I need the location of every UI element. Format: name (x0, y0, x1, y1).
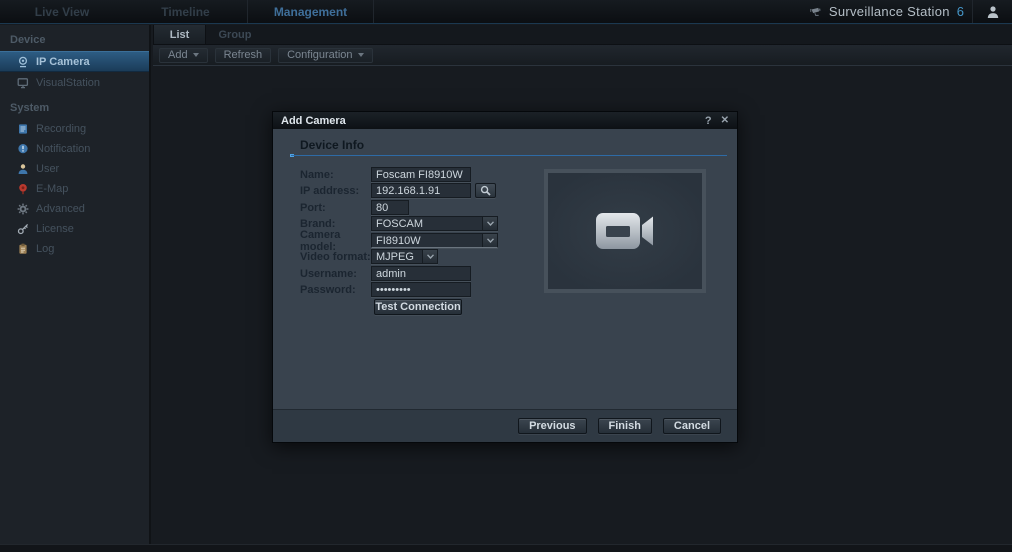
camera-preview (544, 169, 706, 293)
video-format-select[interactable]: MJPEG (371, 249, 438, 264)
top-navigation-bar: Live View Timeline Management Surveillan… (0, 0, 1012, 24)
name-field[interactable] (371, 167, 471, 182)
sidebar-item-user[interactable]: User (0, 159, 149, 179)
nav-timeline[interactable]: Timeline (124, 0, 248, 23)
video-format-select-value: MJPEG (372, 250, 422, 263)
close-icon[interactable]: ✕ (721, 115, 729, 126)
app-version: 6 (957, 4, 964, 19)
sidebar-item-label: Advanced (36, 203, 85, 215)
caret-down-icon (193, 53, 199, 57)
port-field[interactable] (371, 200, 409, 215)
username-label: Username: (300, 268, 371, 280)
recording-icon (17, 123, 29, 135)
form-row-name: Name: (300, 167, 471, 182)
password-label: Password: (300, 284, 371, 296)
section-title: Device Info (300, 138, 364, 152)
configuration-button[interactable]: Configuration (278, 48, 372, 63)
monitor-icon (17, 77, 29, 89)
dialog-title-bar[interactable]: Add Camera ? ✕ (273, 112, 737, 129)
toolbar: Add Refresh Configuration (153, 45, 1012, 66)
sidebar-item-e-map[interactable]: E-Map (0, 179, 149, 199)
form-row-camera-model: Camera model: FI8910W (300, 233, 498, 248)
camera-model-select[interactable]: FI8910W (371, 233, 498, 248)
app-brand: Surveillance Station 6 (810, 0, 964, 23)
tab-list[interactable]: List (153, 25, 206, 44)
form-row-ip: IP address: (300, 183, 496, 198)
video-camera-icon (594, 209, 656, 253)
sidebar-item-notification[interactable]: Notification (0, 139, 149, 159)
chevron-down-icon (482, 217, 497, 230)
dialog-title: Add Camera (281, 115, 346, 127)
ip-address-label: IP address: (300, 185, 371, 197)
sidebar-item-label: Log (36, 243, 54, 255)
cctv-camera-icon (810, 6, 822, 18)
help-button[interactable]: ? (705, 115, 712, 127)
chevron-down-icon (422, 250, 437, 263)
sidebar-item-label: VisualStation (36, 77, 100, 89)
form-row-port: Port: (300, 200, 409, 215)
sidebar-section-system: System (0, 93, 149, 119)
sidebar-item-label: IP Camera (36, 56, 90, 68)
search-icon (480, 185, 491, 196)
chevron-down-icon (482, 234, 497, 247)
camera-model-select-value: FI8910W (372, 234, 482, 247)
username-field[interactable] (371, 266, 471, 281)
sidebar-item-ip-camera[interactable]: IP Camera (0, 51, 149, 72)
refresh-button-label: Refresh (224, 49, 263, 61)
tab-group[interactable]: Group (206, 25, 264, 44)
test-connection-button[interactable]: Test Connection (374, 299, 462, 315)
brand-select-value: FOSCAM (372, 217, 482, 230)
user-menu-button[interactable] (972, 0, 1012, 23)
add-button[interactable]: Add (159, 48, 208, 63)
sidebar-item-visualstation[interactable]: VisualStation (0, 72, 149, 93)
tab-bar: List Group (153, 25, 1012, 45)
dialog-body: Device Info Name: IP address: Port: Bran… (273, 129, 737, 411)
user-icon (17, 163, 29, 175)
add-button-label: Add (168, 49, 188, 61)
sidebar-item-log[interactable]: Log (0, 239, 149, 259)
sidebar: Device IP Camera VisualStation System Re… (0, 25, 151, 544)
form-row-username: Username: (300, 266, 471, 281)
dialog-footer: Previous Finish Cancel (273, 409, 737, 442)
sidebar-item-license[interactable]: License (0, 219, 149, 239)
window-bottom-edge (0, 544, 1012, 552)
video-format-label: Video format: (300, 251, 371, 263)
add-camera-dialog: Add Camera ? ✕ Device Info Name: IP addr… (272, 111, 738, 443)
nav-management[interactable]: Management (248, 0, 374, 23)
sidebar-item-label: License (36, 223, 74, 235)
finish-button[interactable]: Finish (598, 418, 652, 434)
name-label: Name: (300, 169, 371, 181)
webcam-icon (17, 56, 29, 68)
cancel-button[interactable]: Cancel (663, 418, 721, 434)
ip-address-field[interactable] (371, 183, 471, 198)
form-row-video-format: Video format: MJPEG (300, 249, 438, 264)
sidebar-item-label: E-Map (36, 183, 68, 195)
nav-live-view[interactable]: Live View (0, 0, 124, 23)
brand-select[interactable]: FOSCAM (371, 216, 498, 231)
section-rule (291, 155, 727, 156)
sidebar-item-label: Notification (36, 143, 90, 155)
ip-search-button[interactable] (475, 183, 496, 198)
clipboard-icon (17, 243, 29, 255)
sidebar-item-advanced[interactable]: Advanced (0, 199, 149, 219)
person-icon (986, 5, 1000, 19)
sidebar-item-label: Recording (36, 123, 86, 135)
key-icon (17, 223, 29, 235)
gear-icon (17, 203, 29, 215)
port-label: Port: (300, 202, 371, 214)
previous-button[interactable]: Previous (518, 418, 586, 434)
refresh-button[interactable]: Refresh (215, 48, 272, 63)
app-title: Surveillance Station (829, 4, 950, 19)
sidebar-item-label: User (36, 163, 59, 175)
map-pin-icon (17, 183, 29, 195)
sidebar-item-recording[interactable]: Recording (0, 119, 149, 139)
caret-down-icon (358, 53, 364, 57)
configuration-button-label: Configuration (287, 49, 352, 61)
notification-icon (17, 143, 29, 155)
sidebar-section-device: Device (0, 25, 149, 51)
password-field[interactable] (371, 282, 471, 297)
form-row-password: Password: (300, 282, 471, 297)
